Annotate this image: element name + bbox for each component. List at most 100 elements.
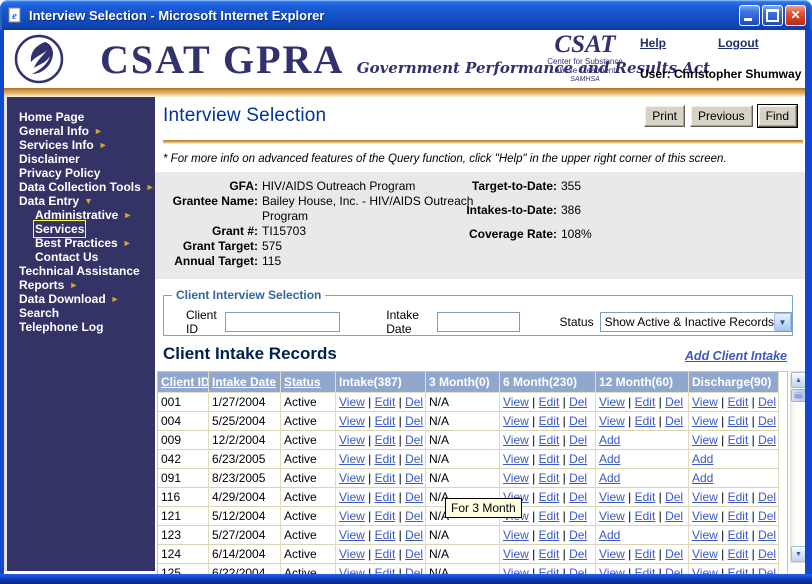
edit-link[interactable]: Edit	[728, 433, 749, 447]
del-link[interactable]: Del	[569, 490, 587, 504]
edit-link[interactable]: Edit	[539, 452, 560, 466]
view-link[interactable]: View	[692, 528, 718, 542]
edit-link[interactable]: Edit	[375, 452, 396, 466]
edit-link[interactable]: Edit	[375, 414, 396, 428]
edit-link[interactable]: Edit	[375, 490, 396, 504]
sidebar-item-home-page[interactable]: Home Page	[7, 110, 155, 124]
del-link[interactable]: Del	[758, 566, 776, 574]
view-link[interactable]: View	[692, 395, 718, 409]
del-link[interactable]: Del	[569, 528, 587, 542]
sidebar-item-best-practices[interactable]: Best Practices ►	[7, 236, 155, 250]
view-link[interactable]: View	[599, 490, 625, 504]
sidebar-item-data-download[interactable]: Data Download ►	[7, 292, 155, 306]
edit-link[interactable]: Edit	[635, 414, 656, 428]
del-link[interactable]: Del	[405, 566, 423, 574]
add-link[interactable]: Add	[599, 433, 620, 447]
sidebar-item-general-info[interactable]: General Info ►	[7, 124, 155, 138]
del-link[interactable]: Del	[405, 547, 423, 561]
del-link[interactable]: Del	[665, 509, 683, 523]
del-link[interactable]: Del	[405, 433, 423, 447]
sidebar-item-privacy-policy[interactable]: Privacy Policy	[7, 166, 155, 180]
edit-link[interactable]: Edit	[635, 509, 656, 523]
edit-link[interactable]: Edit	[635, 547, 656, 561]
view-link[interactable]: View	[692, 414, 718, 428]
del-link[interactable]: Del	[665, 414, 683, 428]
del-link[interactable]: Del	[665, 547, 683, 561]
sidebar-item-administrative[interactable]: Administrative ►	[7, 208, 155, 222]
status-select[interactable]: Show Active & Inactive Records ▼	[599, 312, 792, 332]
help-link[interactable]: Help	[640, 36, 666, 50]
edit-link[interactable]: Edit	[375, 471, 396, 485]
del-link[interactable]: Del	[405, 395, 423, 409]
scroll-up-button[interactable]: ▲	[791, 372, 805, 388]
sidebar-item-technical-assistance[interactable]: Technical Assistance	[7, 264, 155, 278]
column-header-status[interactable]: Status	[281, 372, 336, 393]
sidebar-item-search[interactable]: Search	[7, 306, 155, 320]
view-link[interactable]: View	[503, 414, 529, 428]
close-button[interactable]	[785, 4, 806, 26]
minimize-button[interactable]	[739, 4, 760, 26]
column-header-intake-date[interactable]: Intake Date	[209, 372, 281, 393]
del-link[interactable]: Del	[569, 414, 587, 428]
edit-link[interactable]: Edit	[539, 395, 560, 409]
edit-link[interactable]: Edit	[375, 433, 396, 447]
edit-link[interactable]: Edit	[539, 433, 560, 447]
edit-link[interactable]: Edit	[728, 528, 749, 542]
edit-link[interactable]: Edit	[539, 547, 560, 561]
add-link[interactable]: Add	[599, 471, 620, 485]
edit-link[interactable]: Edit	[375, 528, 396, 542]
add-link[interactable]: Add	[599, 452, 620, 466]
client-id-input[interactable]	[225, 312, 341, 332]
del-link[interactable]: Del	[569, 509, 587, 523]
del-link[interactable]: Del	[405, 528, 423, 542]
edit-link[interactable]: Edit	[375, 509, 396, 523]
maximize-button[interactable]	[762, 4, 783, 26]
edit-link[interactable]: Edit	[539, 414, 560, 428]
del-link[interactable]: Del	[569, 547, 587, 561]
del-link[interactable]: Del	[405, 471, 423, 485]
sidebar-item-data-entry[interactable]: Data Entry ▼	[7, 194, 155, 208]
column-header-client-id[interactable]: Client ID	[158, 372, 209, 393]
edit-link[interactable]: Edit	[539, 471, 560, 485]
edit-link[interactable]: Edit	[728, 509, 749, 523]
add-link[interactable]: Add	[692, 471, 713, 485]
logout-link[interactable]: Logout	[718, 36, 759, 50]
del-link[interactable]: Del	[665, 395, 683, 409]
del-link[interactable]: Del	[569, 452, 587, 466]
view-link[interactable]: View	[503, 452, 529, 466]
view-link[interactable]: View	[339, 547, 365, 561]
del-link[interactable]: Del	[758, 547, 776, 561]
del-link[interactable]: Del	[569, 433, 587, 447]
edit-link[interactable]: Edit	[728, 490, 749, 504]
previous-button[interactable]: Previous	[689, 105, 753, 127]
edit-link[interactable]: Edit	[635, 395, 656, 409]
view-link[interactable]: View	[339, 490, 365, 504]
edit-link[interactable]: Edit	[539, 528, 560, 542]
edit-link[interactable]: Edit	[539, 509, 560, 523]
add-link[interactable]: Add	[599, 528, 620, 542]
view-link[interactable]: View	[503, 528, 529, 542]
del-link[interactable]: Del	[405, 509, 423, 523]
view-link[interactable]: View	[692, 490, 718, 504]
view-link[interactable]: View	[503, 395, 529, 409]
sidebar-item-reports[interactable]: Reports ►	[7, 278, 155, 292]
sidebar-item-contact-us[interactable]: Contact Us	[7, 250, 155, 264]
del-link[interactable]: Del	[569, 471, 587, 485]
del-link[interactable]: Del	[665, 566, 683, 574]
view-link[interactable]: View	[503, 433, 529, 447]
view-link[interactable]: View	[599, 414, 625, 428]
sidebar-item-data-collection-tools[interactable]: Data Collection Tools ►	[7, 180, 155, 194]
del-link[interactable]: Del	[569, 395, 587, 409]
view-link[interactable]: View	[692, 433, 718, 447]
scroll-down-button[interactable]: ▼	[791, 546, 805, 562]
view-link[interactable]: View	[503, 471, 529, 485]
view-link[interactable]: View	[692, 547, 718, 561]
view-link[interactable]: View	[599, 566, 625, 574]
sidebar-item-telephone-log[interactable]: Telephone Log	[7, 320, 155, 334]
intake-date-input[interactable]	[436, 312, 520, 332]
view-link[interactable]: View	[503, 547, 529, 561]
del-link[interactable]: Del	[758, 490, 776, 504]
view-link[interactable]: View	[692, 566, 718, 574]
view-link[interactable]: View	[503, 566, 529, 574]
add-link[interactable]: Add	[692, 452, 713, 466]
